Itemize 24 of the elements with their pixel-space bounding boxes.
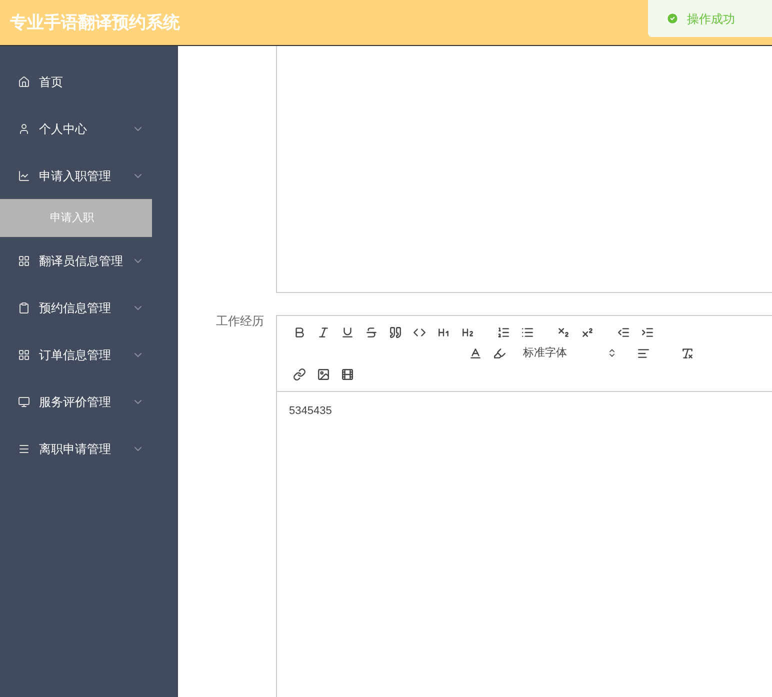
sidebar-item[interactable]: 首页: [0, 58, 178, 105]
sidebar-item[interactable]: 个人中心: [0, 105, 178, 152]
sidebar-item[interactable]: 订单信息管理: [0, 331, 178, 378]
grid-icon: [18, 254, 30, 266]
toast-message: 操作成功: [687, 10, 735, 28]
sidebar-item[interactable]: 申请入职管理: [0, 152, 178, 199]
app-title: 专业手语翻译预约系统: [9, 12, 180, 34]
editor-content[interactable]: 5345435: [277, 392, 772, 697]
sidebar-item[interactable]: 翻译员信息管理: [0, 237, 178, 284]
clipboard-icon: [18, 302, 30, 314]
editor-text: 5345435: [289, 404, 333, 419]
user-icon: [18, 122, 30, 134]
font-select[interactable]: 标准字体: [523, 343, 617, 363]
chart-icon: [18, 170, 30, 182]
sidebar-item[interactable]: 离职申请管理: [0, 425, 178, 472]
monitor-icon: [18, 396, 30, 408]
menu-icon: [18, 442, 30, 454]
sidebar-item[interactable]: 预约信息管理: [0, 284, 178, 331]
grid-icon: [18, 348, 30, 360]
select-arrows-icon: [607, 348, 617, 358]
home-icon: [18, 76, 30, 88]
field-label: 工作经历: [216, 313, 265, 330]
check-icon: [666, 12, 679, 25]
sidebar-item[interactable]: 服务评价管理: [0, 378, 178, 425]
